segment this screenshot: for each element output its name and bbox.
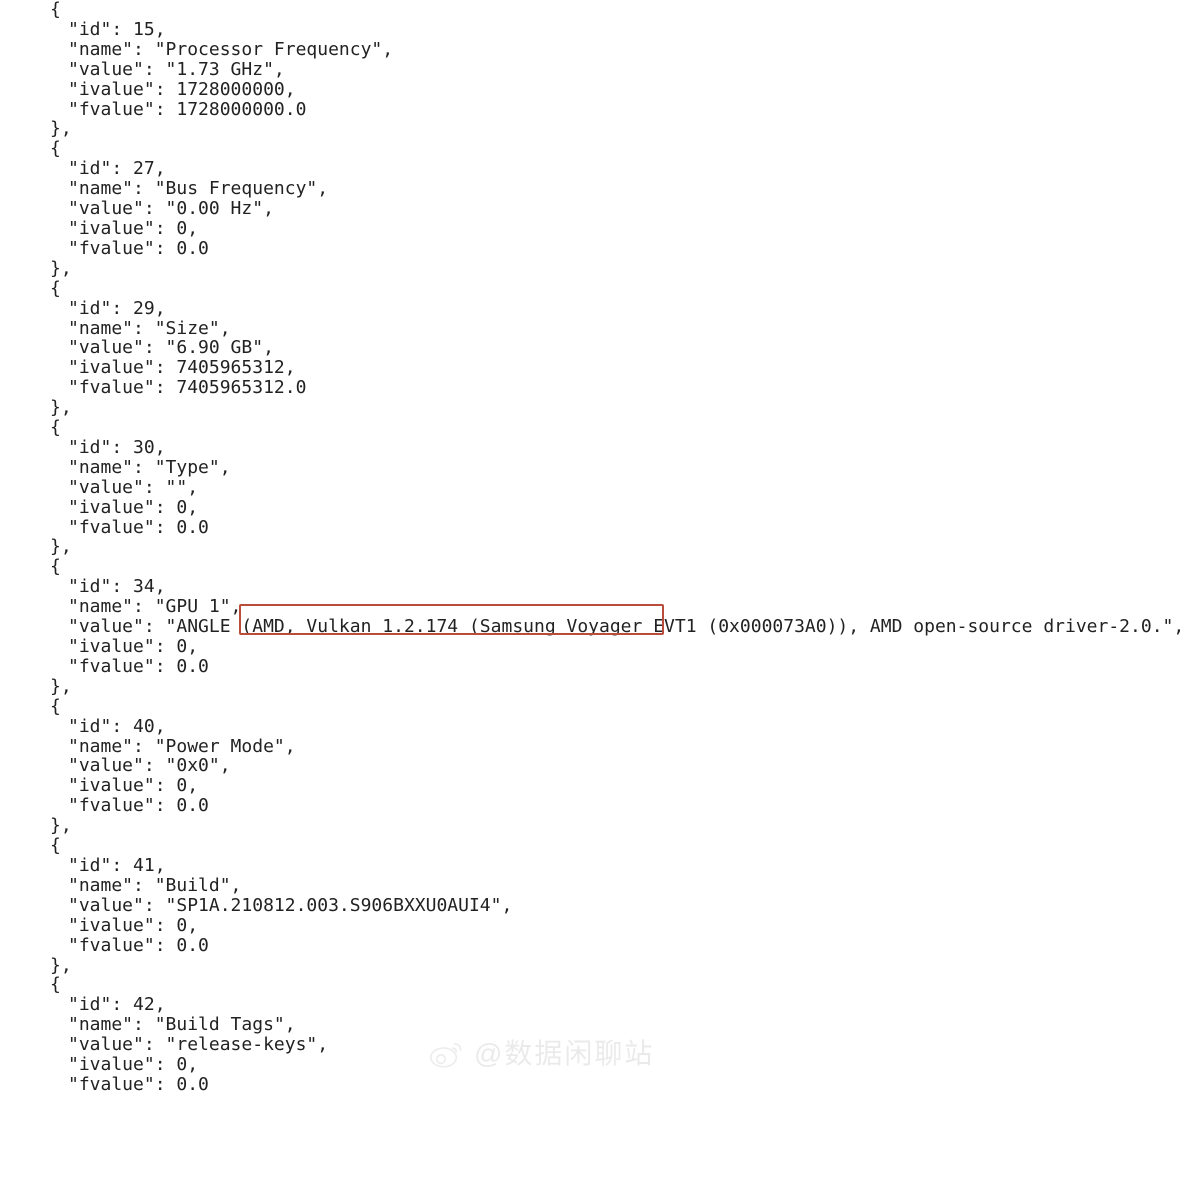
entry-ivalue: "ivalue": 0,	[50, 1055, 1200, 1075]
entry-id: "id": 15,	[50, 20, 1200, 40]
entry-id: "id": 34,	[50, 577, 1200, 597]
entry-ivalue: "ivalue": 0,	[50, 776, 1200, 796]
entry-id: "id": 29,	[50, 299, 1200, 319]
entry-close-brace: },	[50, 537, 1200, 557]
entry-ivalue: "ivalue": 0,	[50, 219, 1200, 239]
entry-ivalue: "ivalue": 0,	[50, 916, 1200, 936]
entry-id: "id": 30,	[50, 438, 1200, 458]
entry-close-brace: },	[50, 259, 1200, 279]
entry-ivalue: "ivalue": 1728000000,	[50, 80, 1200, 100]
entry-fvalue: "fvalue": 1728000000.0	[50, 100, 1200, 120]
entry-open-brace: {	[50, 557, 1200, 577]
entry-fvalue: "fvalue": 0.0	[50, 239, 1200, 259]
entry-name: "name": "Power Mode",	[50, 737, 1200, 757]
entry-fvalue: "fvalue": 0.0	[50, 657, 1200, 677]
entry-open-brace: {	[50, 418, 1200, 438]
entry-value: "value": "",	[50, 478, 1200, 498]
entry-fvalue: "fvalue": 0.0	[50, 796, 1200, 816]
entry-value: "value": "1.73 GHz",	[50, 60, 1200, 80]
entry-open-brace: {	[50, 139, 1200, 159]
json-code-block: {"id": 15,"name": "Processor Frequency",…	[0, 0, 1200, 1095]
entry-fvalue: "fvalue": 0.0	[50, 1075, 1200, 1095]
entry-close-brace: },	[50, 119, 1200, 139]
entry-name: "name": "Type",	[50, 458, 1200, 478]
entry-close-brace: },	[50, 816, 1200, 836]
entry-fvalue: "fvalue": 0.0	[50, 936, 1200, 956]
entry-value: "value": "release-keys",	[50, 1035, 1200, 1055]
entry-name: "name": "Build Tags",	[50, 1015, 1200, 1035]
entry-value: "value": "0x0",	[50, 756, 1200, 776]
entry-fvalue: "fvalue": 7405965312.0	[50, 378, 1200, 398]
entry-open-brace: {	[50, 697, 1200, 717]
entry-ivalue: "ivalue": 7405965312,	[50, 358, 1200, 378]
entry-name: "name": "Build",	[50, 876, 1200, 896]
entry-close-brace: },	[50, 677, 1200, 697]
entry-value: "value": "SP1A.210812.003.S906BXXU0AUI4"…	[50, 896, 1200, 916]
entry-fvalue: "fvalue": 0.0	[50, 518, 1200, 538]
entry-ivalue: "ivalue": 0,	[50, 498, 1200, 518]
entry-value: "value": "ANGLE (AMD, Vulkan 1.2.174 (Sa…	[50, 617, 1200, 637]
entry-ivalue: "ivalue": 0,	[50, 637, 1200, 657]
entry-open-brace: {	[50, 279, 1200, 299]
entry-open-brace: {	[50, 836, 1200, 856]
entry-value: "value": "0.00 Hz",	[50, 199, 1200, 219]
entry-id: "id": 42,	[50, 995, 1200, 1015]
entry-id: "id": 41,	[50, 856, 1200, 876]
entry-id: "id": 27,	[50, 159, 1200, 179]
entry-open-brace: {	[50, 975, 1200, 995]
entry-close-brace: },	[50, 956, 1200, 976]
entry-name: "name": "GPU 1",	[50, 597, 1200, 617]
entry-name: "name": "Size",	[50, 319, 1200, 339]
entry-name: "name": "Bus Frequency",	[50, 179, 1200, 199]
entry-value: "value": "6.90 GB",	[50, 338, 1200, 358]
entry-open-brace: {	[50, 0, 1200, 20]
entry-id: "id": 40,	[50, 717, 1200, 737]
entry-close-brace: },	[50, 398, 1200, 418]
entry-name: "name": "Processor Frequency",	[50, 40, 1200, 60]
